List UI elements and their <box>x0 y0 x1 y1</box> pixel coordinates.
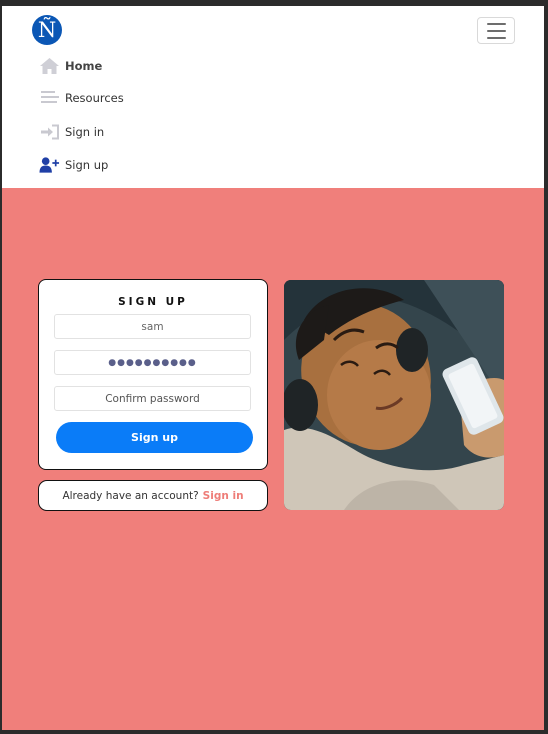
nav-item-label: Sign up <box>65 158 109 172</box>
nav-item-home[interactable]: Home <box>39 55 102 77</box>
sign-in-icon <box>39 122 60 142</box>
username-input[interactable] <box>54 314 251 339</box>
nav-item-label: Resources <box>65 91 124 105</box>
brand-logo-letter: Ñ <box>37 17 57 42</box>
sign-in-link[interactable]: Sign in <box>203 490 244 502</box>
nav-item-label: Sign in <box>65 125 105 139</box>
confirm-password-input[interactable] <box>54 386 251 411</box>
hamburger-icon-line <box>486 29 506 32</box>
home-icon <box>39 56 60 76</box>
sign-up-button[interactable]: Sign up <box>56 422 253 453</box>
nav-item-resources[interactable]: Resources <box>39 87 124 109</box>
navbar: Ñ Home Resources Sign in Sign up <box>2 6 544 188</box>
sign-in-prompt: Already have an account? Sign in <box>38 480 268 511</box>
nav-item-sign-up[interactable]: Sign up <box>39 154 108 176</box>
signup-card: SIGN UP Sign up <box>38 279 268 470</box>
hamburger-icon-line <box>486 22 506 25</box>
password-input[interactable] <box>54 350 251 375</box>
app-viewport: Ñ Home Resources Sign in Sign up SIGN UP… <box>2 6 544 730</box>
user-plus-icon <box>39 155 60 175</box>
hamburger-icon-line <box>486 36 506 39</box>
nav-item-sign-in[interactable]: Sign in <box>39 121 104 143</box>
brand-logo[interactable]: Ñ <box>32 15 62 45</box>
hero-photo-illustration <box>284 280 504 510</box>
nav-item-label: Home <box>65 59 103 73</box>
list-icon <box>39 88 60 108</box>
signup-title: SIGN UP <box>118 296 188 308</box>
hero-photo <box>284 280 504 510</box>
sign-in-prompt-text: Already have an account? <box>62 489 199 502</box>
menu-toggle-button[interactable] <box>477 17 515 44</box>
